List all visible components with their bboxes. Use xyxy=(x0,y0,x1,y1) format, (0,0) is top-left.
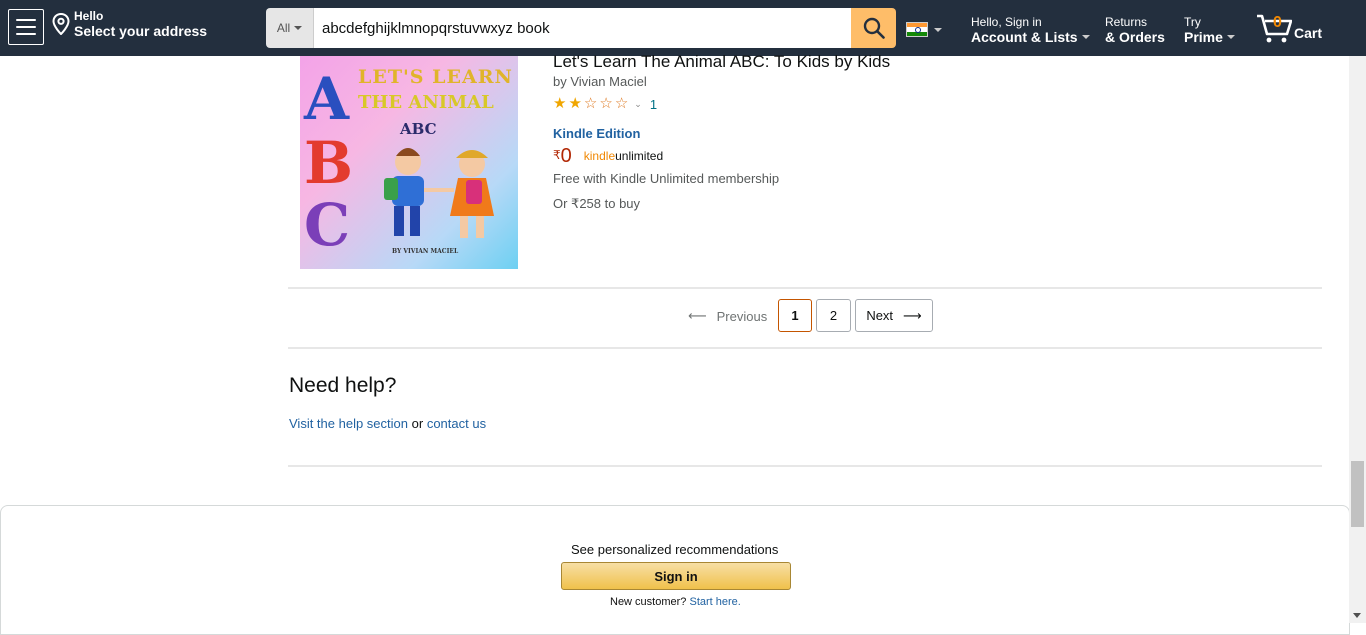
pagination-previous: ⟵ Previous xyxy=(688,308,767,324)
divider xyxy=(288,347,1322,349)
returns-orders-link[interactable]: Returns & Orders xyxy=(1105,15,1165,46)
cover-kids-illustration xyxy=(384,148,494,238)
prime-menu[interactable]: Try Prime xyxy=(1184,16,1235,45)
page-button-1[interactable]: 1 xyxy=(778,299,812,332)
search-icon xyxy=(863,17,885,39)
new-customer-text: New customer? xyxy=(610,596,687,608)
chevron-down-icon: ⌄ xyxy=(634,98,642,109)
divider xyxy=(288,287,1322,289)
account-lists-menu[interactable]: Hello, Sign in Account & Lists xyxy=(971,16,1090,45)
author-link[interactable]: Vivian Maciel xyxy=(570,74,646,89)
rating-count-link[interactable]: 1 xyxy=(650,97,657,112)
product-price: ₹ 0 kindleunlimited xyxy=(553,145,663,167)
scroll-down-arrow-icon[interactable] xyxy=(1353,613,1361,618)
cover-letter-b: B xyxy=(304,129,354,197)
location-hello: Hello xyxy=(74,9,104,23)
search-bar: All xyxy=(266,8,896,48)
language-selector[interactable] xyxy=(906,22,942,37)
india-flag-icon xyxy=(906,22,928,37)
star-empty-icon: ☆ xyxy=(583,95,598,112)
star-empty-icon: ☆ xyxy=(599,95,613,112)
sign-in-button[interactable]: Sign in xyxy=(561,562,791,590)
price-whole: 0 xyxy=(560,145,572,167)
cover-title-line3: ABC xyxy=(400,120,437,138)
cart-count: 0 xyxy=(1273,14,1282,31)
menu-icon-line xyxy=(16,33,36,35)
recommendations-panel: See personalized recommendations Sign in… xyxy=(0,505,1350,635)
kindle-unlimited-note: Free with Kindle Unlimited membership xyxy=(553,171,780,186)
contact-us-link[interactable]: contact us xyxy=(427,416,486,431)
menu-icon-line xyxy=(16,26,36,28)
chevron-down-icon xyxy=(294,26,303,30)
search-button[interactable] xyxy=(851,8,896,48)
cover-letter-a: A xyxy=(304,65,350,133)
returns-label: Returns xyxy=(1105,15,1148,29)
orders-label: & Orders xyxy=(1105,29,1165,45)
help-links: Visit the help section or contact us xyxy=(289,416,486,431)
new-customer-line: New customer? Start here. xyxy=(610,596,741,608)
scrollbar-thumb[interactable] xyxy=(1351,461,1364,527)
cover-author-credit: BY VIVIAN MACIEL xyxy=(392,248,459,255)
format-link[interactable]: Kindle Edition xyxy=(553,126,640,141)
buy-price-note: Or ₹258 to buy xyxy=(553,196,641,211)
chevron-down-icon xyxy=(1081,35,1090,39)
account-lists-label: Account & Lists xyxy=(971,29,1078,45)
star-empty-icon: ☆ xyxy=(614,95,629,112)
product-author: by Vivian Maciel xyxy=(553,74,647,89)
recommendations-text: See personalized recommendations xyxy=(571,542,779,557)
star-full-icon: ★ xyxy=(568,95,582,112)
product-cover-image[interactable]: LET'S LEARN THE ANIMAL ABC A B C BY VIVI… xyxy=(300,56,518,269)
author-prefix: by xyxy=(553,74,567,89)
prime-label: Prime xyxy=(1184,29,1223,45)
next-label: Next xyxy=(866,308,894,323)
cover-title-line2: THE ANIMAL xyxy=(358,92,494,113)
chevron-down-icon xyxy=(1226,35,1235,39)
chevron-down-icon xyxy=(934,27,942,32)
page-button-2[interactable]: 2 xyxy=(816,299,851,332)
divider xyxy=(288,465,1322,467)
arrow-right-icon: ⟶ xyxy=(903,307,922,323)
prime-try-label: Try xyxy=(1184,15,1201,29)
arrow-left-icon: ⟵ xyxy=(688,308,707,323)
help-section-link[interactable]: Visit the help section xyxy=(289,416,408,431)
deliver-to-location[interactable]: Hello Select your address xyxy=(52,10,207,39)
ku-kindle: kindle xyxy=(583,149,616,163)
kindle-unlimited-logo: kindleunlimited xyxy=(584,149,663,163)
star-rating[interactable]: ★ ★ ☆ ☆ ☆ ⌄ 1 xyxy=(553,96,657,112)
search-input[interactable] xyxy=(314,8,851,48)
cart-label: Cart xyxy=(1294,25,1323,41)
cover-letter-c: C xyxy=(304,191,351,259)
account-greeting: Hello, Sign in xyxy=(971,15,1042,29)
previous-label: Previous xyxy=(716,308,768,324)
star-full-icon: ★ xyxy=(553,95,567,112)
page-scrollbar[interactable] xyxy=(1349,56,1366,623)
menu-icon-line xyxy=(16,19,36,21)
cover-title-line1: LET'S LEARN xyxy=(358,66,513,88)
top-nav: Hello Select your address All Hello, Sig… xyxy=(0,0,1366,56)
location-pin-icon xyxy=(52,13,70,35)
help-or: or xyxy=(411,416,424,431)
location-select: Select your address xyxy=(74,23,208,39)
start-here-link[interactable]: Start here. xyxy=(689,596,740,608)
help-heading: Need help? xyxy=(289,374,397,397)
search-category-dropdown[interactable]: All xyxy=(266,8,314,48)
product-title-link[interactable]: Let's Learn The Animal ABC: To Kids by K… xyxy=(553,52,890,72)
menu-button[interactable] xyxy=(8,9,44,45)
pagination-next[interactable]: Next ⟶ xyxy=(855,299,933,332)
cart-link[interactable]: 0 Cart xyxy=(1256,12,1322,44)
ku-unlimited: unlimited xyxy=(615,149,664,163)
price-symbol: ₹ xyxy=(553,148,561,162)
search-category-label: All xyxy=(276,21,291,35)
